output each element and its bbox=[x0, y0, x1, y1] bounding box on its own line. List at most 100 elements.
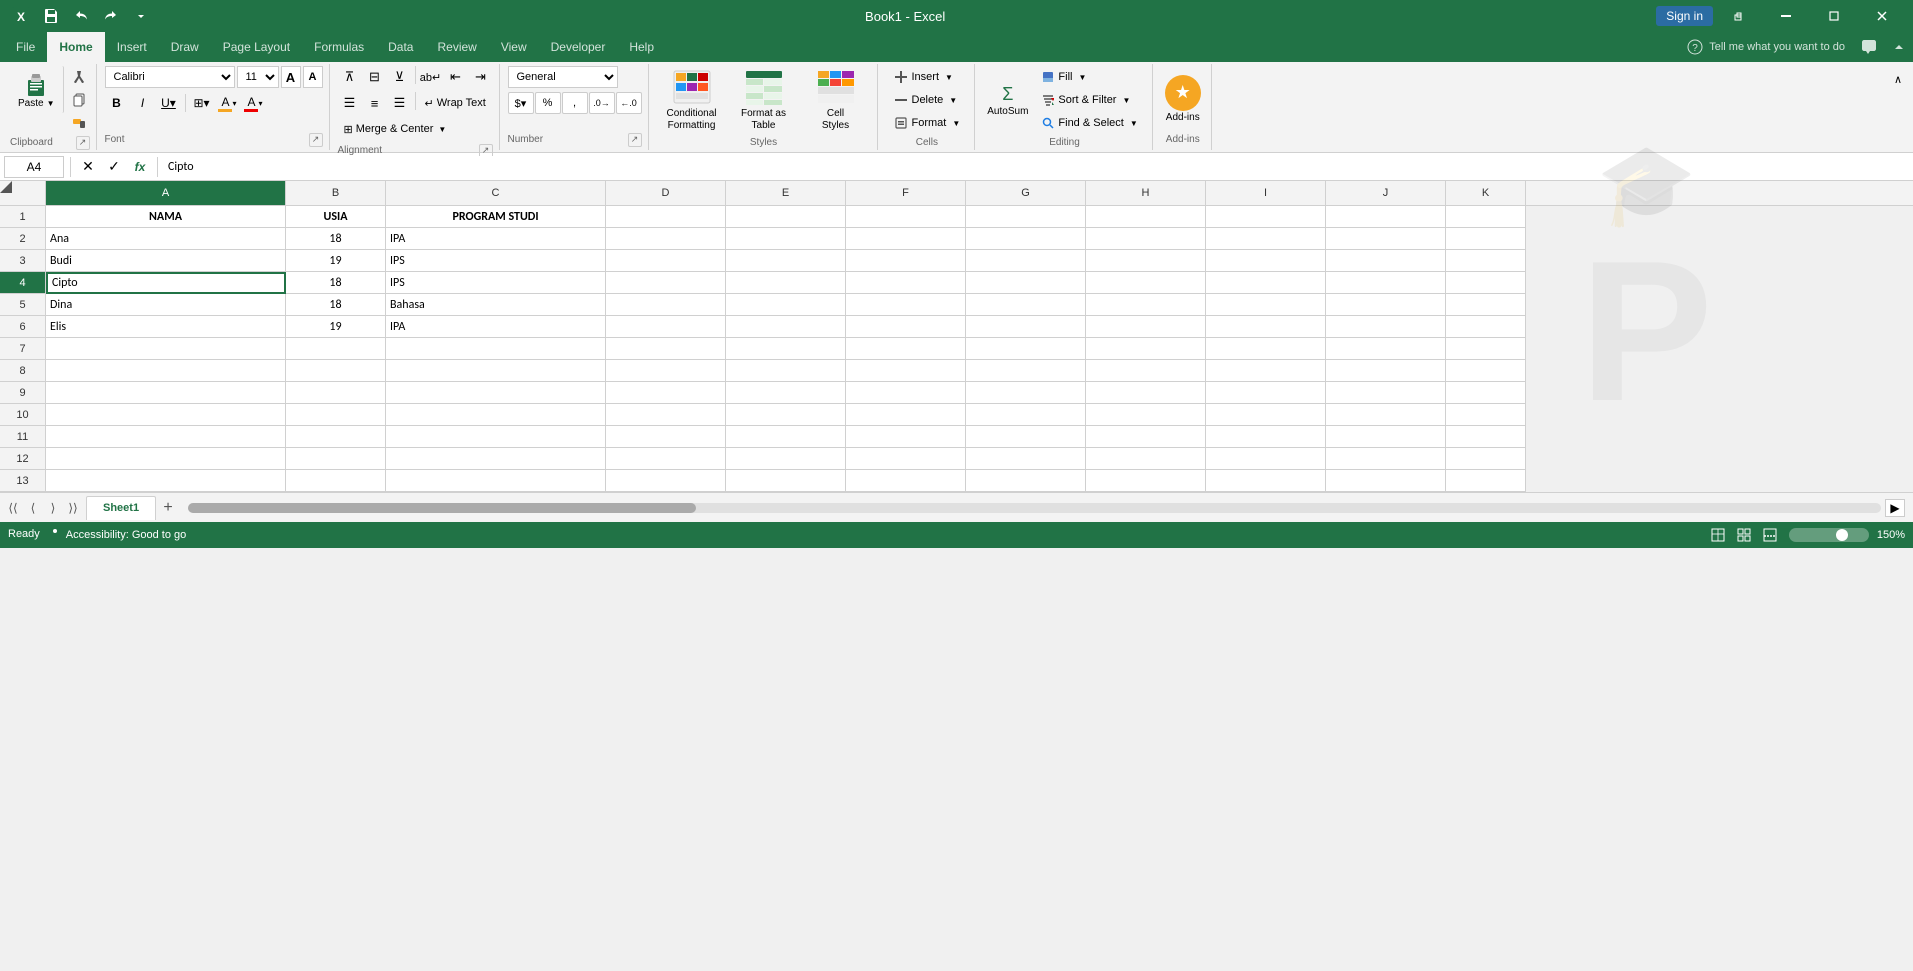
currency-button[interactable]: $▾ bbox=[508, 92, 534, 114]
decrease-font-size-button[interactable]: A bbox=[303, 66, 323, 88]
cell-K4[interactable] bbox=[1446, 272, 1526, 294]
normal-view-button[interactable] bbox=[1707, 524, 1729, 546]
tab-view[interactable]: View bbox=[489, 32, 539, 62]
row-header-11[interactable]: 11 bbox=[0, 426, 46, 448]
cell-A8[interactable] bbox=[46, 360, 286, 382]
find-select-button[interactable]: Find & Select ▼ bbox=[1034, 112, 1145, 134]
ribbon-collapse-button[interactable]: ∧ bbox=[1887, 68, 1909, 90]
cell-H5[interactable] bbox=[1086, 294, 1206, 316]
paste-button[interactable]: Paste ▼ bbox=[10, 66, 64, 113]
col-header-E[interactable]: E bbox=[726, 181, 846, 205]
maximize-button[interactable] bbox=[1811, 0, 1857, 32]
cell-J13[interactable] bbox=[1326, 470, 1446, 492]
cell-E9[interactable] bbox=[726, 382, 846, 404]
col-header-J[interactable]: J bbox=[1326, 181, 1446, 205]
paste-dropdown-arrow[interactable]: ▼ bbox=[47, 99, 55, 108]
add-sheet-button[interactable]: + bbox=[156, 496, 180, 520]
cell-D9[interactable] bbox=[606, 382, 726, 404]
cell-D11[interactable] bbox=[606, 426, 726, 448]
cell-I8[interactable] bbox=[1206, 360, 1326, 382]
cell-H10[interactable] bbox=[1086, 404, 1206, 426]
cell-G7[interactable] bbox=[966, 338, 1086, 360]
cell-C9[interactable] bbox=[386, 382, 606, 404]
cell-C3[interactable]: IPS bbox=[386, 250, 606, 272]
row-header-12[interactable]: 12 bbox=[0, 448, 46, 470]
borders-button[interactable]: ⊞▾ bbox=[190, 92, 214, 114]
cell-I7[interactable] bbox=[1206, 338, 1326, 360]
row-header-5[interactable]: 5 bbox=[0, 294, 46, 316]
cell-G4[interactable] bbox=[966, 272, 1086, 294]
cell-F12[interactable] bbox=[846, 448, 966, 470]
cell-I6[interactable] bbox=[1206, 316, 1326, 338]
cell-C4[interactable]: IPS bbox=[386, 272, 606, 294]
col-header-F[interactable]: F bbox=[846, 181, 966, 205]
cell-E13[interactable] bbox=[726, 470, 846, 492]
cell-K6[interactable] bbox=[1446, 316, 1526, 338]
row-header-2[interactable]: 2 bbox=[0, 228, 46, 250]
scroll-right-button[interactable]: ▶ bbox=[1885, 499, 1905, 517]
align-left-button[interactable]: ☰ bbox=[338, 92, 362, 114]
align-top-button[interactable]: ⊼ bbox=[338, 66, 362, 88]
tab-data[interactable]: Data bbox=[376, 32, 425, 62]
row-header-3[interactable]: 3 bbox=[0, 250, 46, 272]
cell-D13[interactable] bbox=[606, 470, 726, 492]
cell-D4[interactable] bbox=[606, 272, 726, 294]
cell-D2[interactable] bbox=[606, 228, 726, 250]
ribbon-collapse-icon[interactable] bbox=[1885, 32, 1913, 62]
underline-button[interactable]: U▾ bbox=[157, 92, 181, 114]
font-color-button[interactable]: A ▾ bbox=[242, 92, 266, 114]
tab-file[interactable]: File bbox=[4, 32, 47, 62]
cell-D5[interactable] bbox=[606, 294, 726, 316]
cell-E1[interactable] bbox=[726, 206, 846, 228]
sheet-tab-sheet1[interactable]: Sheet1 bbox=[86, 496, 156, 520]
cell-C1[interactable]: PROGRAM STUDI bbox=[386, 206, 606, 228]
minimize-button[interactable] bbox=[1763, 0, 1809, 32]
font-expand-button[interactable]: ↗ bbox=[309, 133, 323, 147]
cell-J4[interactable] bbox=[1326, 272, 1446, 294]
cell-I3[interactable] bbox=[1206, 250, 1326, 272]
cell-K3[interactable] bbox=[1446, 250, 1526, 272]
format-as-table-button[interactable]: Format asTable bbox=[729, 66, 799, 134]
col-header-C[interactable]: C bbox=[386, 181, 606, 205]
text-direction-button[interactable]: ab↵ bbox=[419, 66, 443, 88]
cell-H9[interactable] bbox=[1086, 382, 1206, 404]
cell-C11[interactable] bbox=[386, 426, 606, 448]
cell-H11[interactable] bbox=[1086, 426, 1206, 448]
copy-button[interactable] bbox=[68, 89, 90, 111]
insert-function-button[interactable]: fx bbox=[129, 156, 151, 178]
fill-button[interactable]: Fill ▼ bbox=[1034, 66, 1145, 88]
cell-A3[interactable]: Budi bbox=[46, 250, 286, 272]
cell-F5[interactable] bbox=[846, 294, 966, 316]
align-middle-button[interactable]: ⊟ bbox=[363, 66, 387, 88]
sheet-nav-prev[interactable]: ⟨ bbox=[24, 499, 42, 517]
cell-K8[interactable] bbox=[1446, 360, 1526, 382]
cell-C7[interactable] bbox=[386, 338, 606, 360]
cell-I11[interactable] bbox=[1206, 426, 1326, 448]
cell-D3[interactable] bbox=[606, 250, 726, 272]
cancel-formula-button[interactable]: ✕ bbox=[77, 156, 99, 178]
row-header-4[interactable]: 4 bbox=[0, 272, 46, 294]
horizontal-scrollbar-thumb[interactable] bbox=[188, 503, 696, 513]
cell-D12[interactable] bbox=[606, 448, 726, 470]
comma-button[interactable]: , bbox=[562, 92, 588, 114]
cell-G11[interactable] bbox=[966, 426, 1086, 448]
cell-I13[interactable] bbox=[1206, 470, 1326, 492]
cell-G13[interactable] bbox=[966, 470, 1086, 492]
cell-D1[interactable] bbox=[606, 206, 726, 228]
cell-K7[interactable] bbox=[1446, 338, 1526, 360]
fill-color-button[interactable]: A ▾ bbox=[216, 92, 240, 114]
cell-H6[interactable] bbox=[1086, 316, 1206, 338]
cell-D10[interactable] bbox=[606, 404, 726, 426]
cell-A7[interactable] bbox=[46, 338, 286, 360]
cell-G1[interactable] bbox=[966, 206, 1086, 228]
cell-B13[interactable] bbox=[286, 470, 386, 492]
cell-F9[interactable] bbox=[846, 382, 966, 404]
cell-A1[interactable]: NAMA bbox=[46, 206, 286, 228]
cell-E5[interactable] bbox=[726, 294, 846, 316]
cell-J10[interactable] bbox=[1326, 404, 1446, 426]
cell-K13[interactable] bbox=[1446, 470, 1526, 492]
cell-D7[interactable] bbox=[606, 338, 726, 360]
cell-B3[interactable]: 19 bbox=[286, 250, 386, 272]
cell-A5[interactable]: Dina bbox=[46, 294, 286, 316]
format-painter-button[interactable] bbox=[68, 112, 90, 134]
